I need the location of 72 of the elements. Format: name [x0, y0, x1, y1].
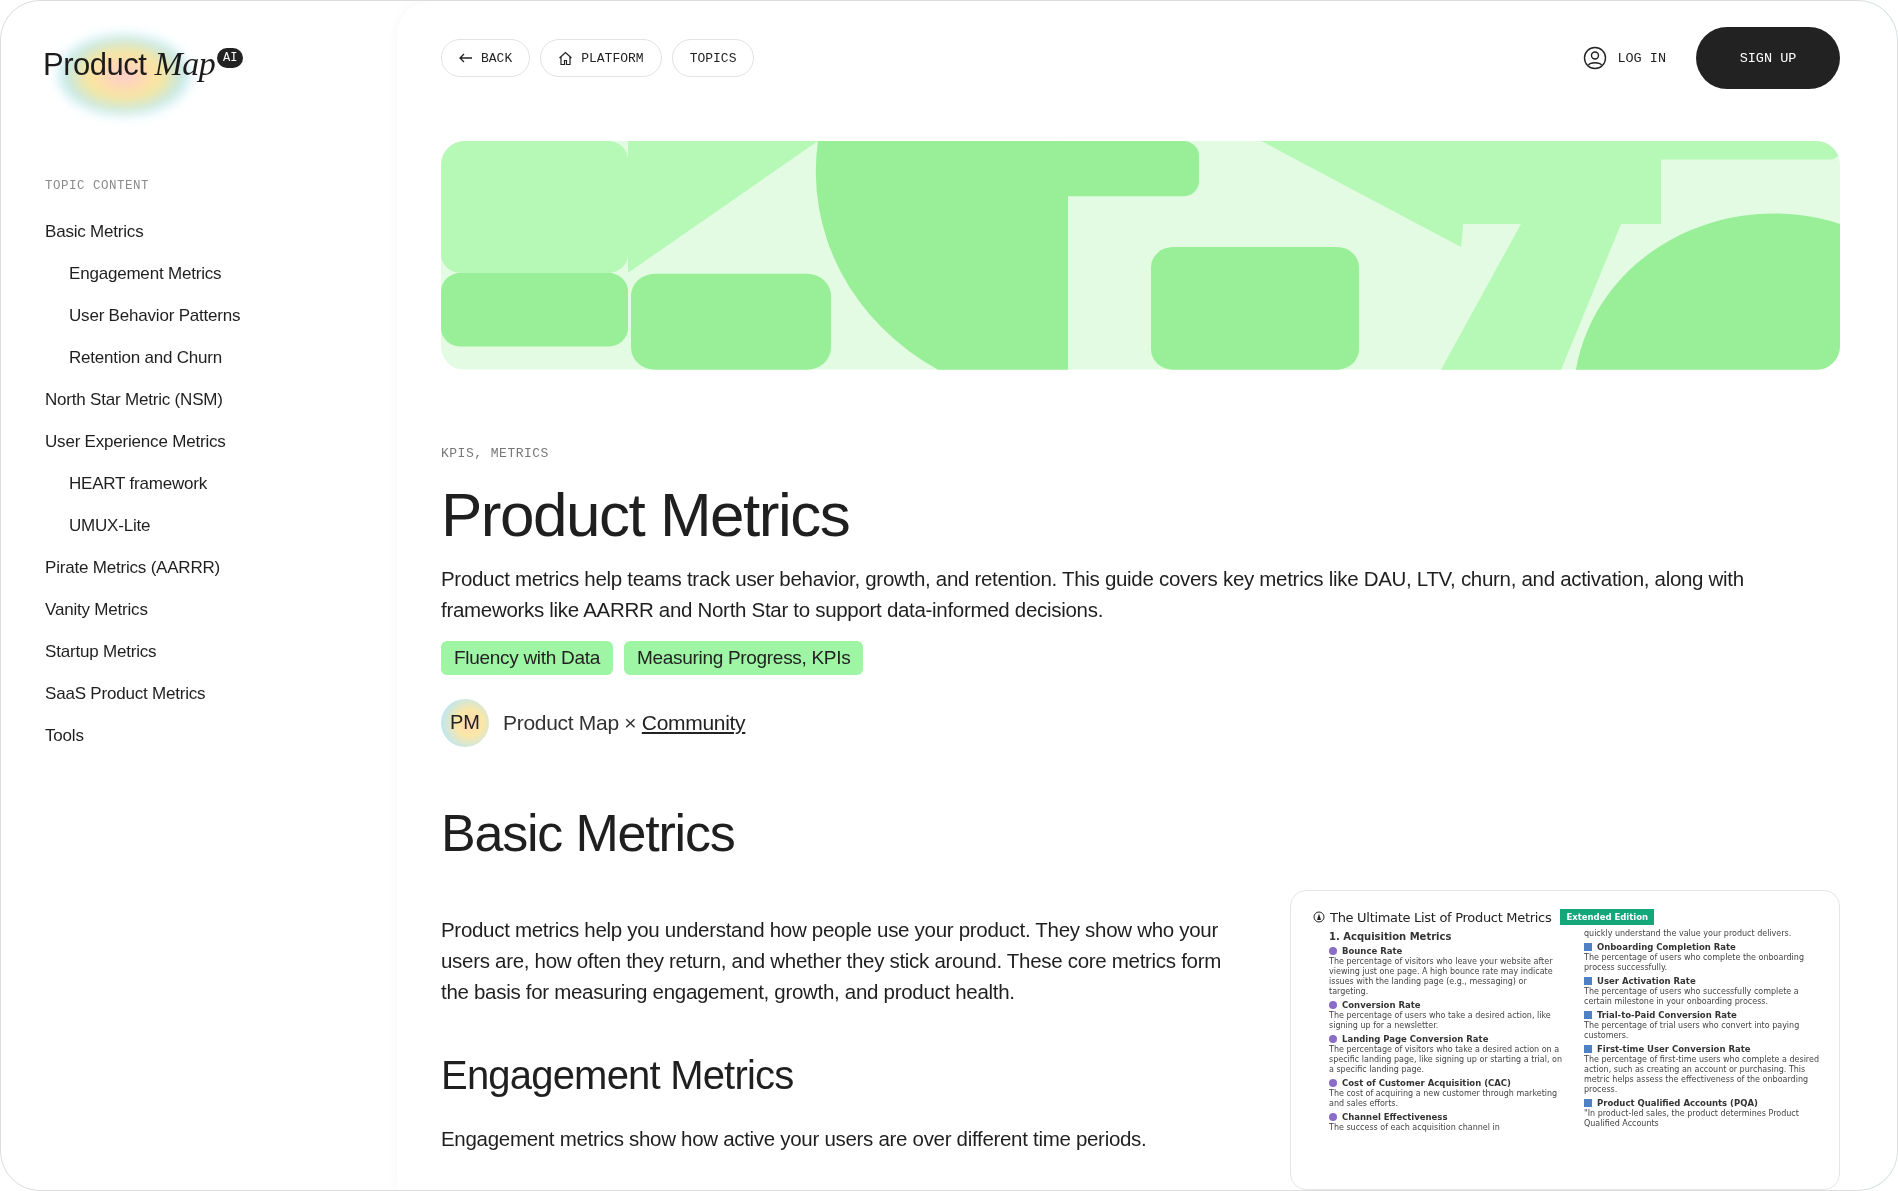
document-heading: 1. Acquisition Metrics [1329, 931, 1453, 942]
metric-name: Bounce Rate [1342, 946, 1403, 956]
document-text: The success of each acquisition channel in [1329, 1123, 1501, 1133]
sidebar-item[interactable]: North Star Metric (NSM) [45, 379, 223, 421]
metric-name: Channel Effectiveness [1342, 1112, 1448, 1122]
document-text: The percentage of visitors who leave your website after viewing just one page. A high bounce rate may indicate issues with the landing page (e.g., messaging) or targeting. [1329, 957, 1554, 997]
intro-paragraph: Product metrics help teams track user behavior, growth, and retention. This guide covers key metrics like DAU, LTV, churn, and activation, along with frameworks like AARRR and North Star to support data-informed decisions. [441, 565, 1745, 623]
bullet-dot-icon [1329, 1001, 1337, 1009]
breadcrumb: KPIS, METRICS [441, 445, 550, 461]
metric-name: Cost of Customer Acquisition (CAC) [1342, 1078, 1511, 1088]
metric-name: Conversion Rate [1342, 1000, 1421, 1010]
page-title: Product Metrics [441, 480, 851, 549]
sidebar-item[interactable]: Vanity Metrics [45, 589, 148, 631]
sidebar-item[interactable]: HEART framework [45, 463, 208, 505]
bullet-dot-icon [1329, 1035, 1337, 1043]
sidebar-item[interactable]: Basic Metrics [45, 211, 144, 253]
bullet-square-icon [1584, 943, 1592, 951]
bullet-square-icon [1584, 1045, 1592, 1053]
document-text: The percentage of users who complete the onboarding process successfully. [1584, 953, 1805, 973]
metric-name: Trial-to-Paid Conversion Rate [1597, 1010, 1737, 1020]
document-text: The percentage of users who successfully complete a certain milestone in your onboarding process. [1584, 987, 1800, 1007]
document-text: The percentage of users who take a desired action, like signing up for a newsletter. [1329, 1011, 1552, 1031]
home-icon [558, 50, 574, 66]
document-title: The Ultimate List of Product Metrics [1330, 909, 1552, 925]
nav-button[interactable]: TOPICS [671, 39, 755, 77]
sidebar-heading: TOPIC CONTENT [45, 179, 151, 193]
community-link[interactable]: Community [641, 710, 746, 734]
sidebar-item[interactable]: Pirate Metrics (AARRR) [45, 547, 221, 589]
nav-button[interactable]: PLATFORM [540, 39, 662, 77]
sidebar-item[interactable]: Tools [45, 715, 84, 757]
document-text: The percentage of first-time users who complete a desired action, such as creating an account or purchasing. This metric helps assess the effectiveness of the onboarding process. [1584, 1055, 1820, 1095]
avatar: PM [441, 698, 489, 747]
bullet-square-icon [1584, 977, 1592, 985]
sidebar-item[interactable]: Retention and Churn [45, 337, 223, 379]
back-button[interactable]: BACK [441, 39, 531, 77]
subsection-heading: Engagement Metrics [441, 1053, 795, 1097]
document-text: The percentage of visitors who take a desired action on a specific landing page, like signing up or starting a trial, on a specific landing page. [1329, 1045, 1563, 1075]
metric-name: Product Qualified Accounts (PQA) [1597, 1098, 1758, 1108]
section-paragraph: Product metrics help you understand how people use your product. They show who your users are, how often they return, and whether they stick around. These core metrics form the basis for measuring engagement, growth, and product health. [441, 917, 1222, 1005]
metric-name: First-time User Conversion Rate [1597, 1044, 1751, 1054]
document-text: "In product-led sales, the product determines Product Qualified Accounts [1584, 1109, 1800, 1129]
bullet-square-icon [1584, 1099, 1592, 1107]
signup-button[interactable]: SIGN UP [1696, 27, 1840, 89]
metric-name: Landing Page Conversion Rate [1342, 1034, 1489, 1044]
author-line: Product Map × Community [503, 710, 746, 735]
document-text: The cost of acquiring a new customer through marketing and sales efforts. [1329, 1089, 1559, 1109]
sidebar-item[interactable]: UMUX-Lite [45, 505, 151, 547]
bullet-dot-icon [1329, 947, 1337, 955]
section-heading: Basic Metrics [441, 804, 736, 862]
document-text: quickly understand the value your product delivers. [1584, 929, 1793, 939]
user-icon [1583, 46, 1608, 70]
compass-icon [1313, 911, 1325, 923]
bullet-dot-icon [1329, 1079, 1337, 1087]
bullet-square-icon [1584, 1011, 1592, 1019]
document-preview[interactable] [1290, 890, 1840, 1190]
sidebar-item[interactable]: SaaS Product Metrics [45, 673, 206, 715]
sidebar-item[interactable]: User Experience Metrics [45, 421, 226, 463]
tag[interactable]: Fluency with Data [441, 640, 613, 675]
login-button[interactable]: LOG IN [1583, 46, 1666, 70]
metric-name: Onboarding Completion Rate [1597, 942, 1736, 952]
document-text: The percentage of trial users who convert into paying customers. [1584, 1021, 1801, 1041]
sidebar-item[interactable]: Engagement Metrics [45, 253, 222, 295]
tag[interactable]: Measuring Progress, KPIs [623, 640, 864, 675]
metric-name: User Activation Rate [1597, 976, 1696, 986]
sidebar-item[interactable]: Startup Metrics [45, 631, 157, 673]
bullet-dot-icon [1329, 1113, 1337, 1121]
sidebar-item[interactable]: User Behavior Patterns [45, 295, 241, 337]
arrow-left-icon [459, 53, 473, 63]
section-paragraph: Engagement metrics show how active your users are over different time periods. [441, 1126, 1148, 1152]
edition-badge: Extended Edition [1560, 909, 1655, 925]
logo[interactable]: Product Map [43, 47, 216, 82]
ai-badge: AI [217, 48, 244, 68]
